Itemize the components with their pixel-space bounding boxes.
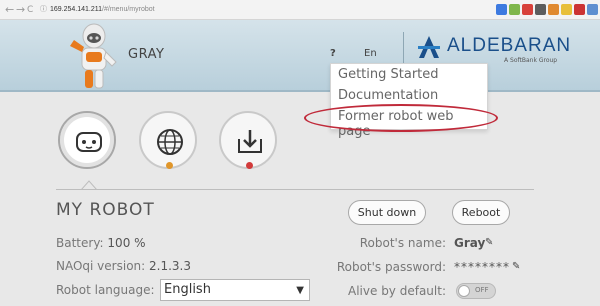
- edit-password-pencil-icon[interactable]: ✎: [512, 261, 520, 272]
- forward-arrow-icon[interactable]: →: [16, 3, 25, 17]
- page-title: MY ROBOT: [56, 200, 155, 220]
- url-path: /#/menu/myrobot: [102, 6, 155, 13]
- app-header: GRAY ? En ALDEBARAN A SoftBank Group: [0, 20, 600, 90]
- battery-value: 100 %: [107, 236, 146, 250]
- battery-label: Battery:: [56, 236, 104, 250]
- status-dot: [166, 162, 173, 169]
- browser-extension-icon[interactable]: [548, 4, 559, 15]
- edit-name-pencil-icon[interactable]: ✎: [485, 237, 493, 248]
- menu-item-getting-started[interactable]: Getting Started: [338, 67, 439, 82]
- status-dot: [246, 162, 253, 169]
- robot-language-label: Robot language:: [56, 283, 155, 297]
- reload-icon[interactable]: C: [27, 3, 33, 17]
- battery-row: Battery: 100 %: [56, 236, 146, 250]
- address-bar[interactable]: ⓘ 169.254.141.211/#/menu/myrobot: [40, 4, 155, 16]
- browser-extension-icon[interactable]: [535, 4, 546, 15]
- browser-extension-icon[interactable]: [522, 4, 533, 15]
- browser-extension-icon[interactable]: [561, 4, 572, 15]
- robot-face-icon: [76, 132, 102, 152]
- shutdown-button[interactable]: Shut down: [348, 200, 426, 225]
- robots-password-label: Robot's password:: [336, 260, 446, 274]
- browser-extension-icon[interactable]: [587, 4, 598, 15]
- brand-subtitle: A SoftBank Group: [504, 57, 558, 64]
- url-host: 169.254.141.211: [50, 6, 103, 13]
- my-robot-tab-button[interactable]: [58, 111, 116, 169]
- robot-language-select[interactable]: English ▼: [160, 279, 310, 301]
- dropdown-arrow-icon: ▼: [296, 285, 304, 296]
- language-menu-button[interactable]: En: [364, 48, 377, 59]
- download-tray-icon: [238, 130, 262, 153]
- robots-password-value: ********: [454, 260, 510, 274]
- naoqi-version-value: 2.1.3.3: [149, 259, 191, 273]
- back-arrow-icon[interactable]: ←: [5, 3, 14, 17]
- toggle-state-text: OFF: [475, 286, 489, 294]
- naoqi-version-row: NAOqi version: 2.1.3.3: [56, 259, 191, 273]
- browser-extension-icon[interactable]: [509, 4, 520, 15]
- robots-name-value: Gray: [454, 236, 486, 250]
- aldebaran-logo-icon: [418, 36, 440, 58]
- updates-tab-button[interactable]: [219, 111, 277, 169]
- browser-extension-icon[interactable]: [496, 4, 507, 15]
- section-divider: [56, 189, 534, 190]
- menu-item-documentation[interactable]: Documentation: [338, 88, 438, 103]
- browser-extension-icon[interactable]: [574, 4, 585, 15]
- robots-name-label: Robot's name:: [359, 236, 446, 250]
- robot-name-header: GRAY: [128, 47, 165, 62]
- naoqi-version-label: NAOqi version:: [56, 259, 146, 273]
- globe-icon: [157, 129, 183, 155]
- brand-name: ALDEBARAN: [447, 35, 572, 56]
- robot-language-value: English: [164, 282, 211, 297]
- highlight-circle-annotation: [304, 104, 498, 132]
- site-info-icon[interactable]: ⓘ: [40, 6, 47, 13]
- robot-avatar: [70, 23, 117, 89]
- alive-by-default-toggle[interactable]: OFF: [456, 283, 496, 299]
- header-bottom-border: [0, 90, 600, 92]
- help-menu-button[interactable]: ?: [330, 48, 336, 59]
- toggle-knob: [458, 285, 470, 297]
- browser-toolbar: ← → C ⓘ 169.254.141.211/#/menu/myrobot: [0, 0, 600, 20]
- alive-by-default-label: Alive by default:: [348, 284, 446, 298]
- reboot-button[interactable]: Reboot: [452, 200, 510, 225]
- network-tab-button[interactable]: [139, 111, 197, 169]
